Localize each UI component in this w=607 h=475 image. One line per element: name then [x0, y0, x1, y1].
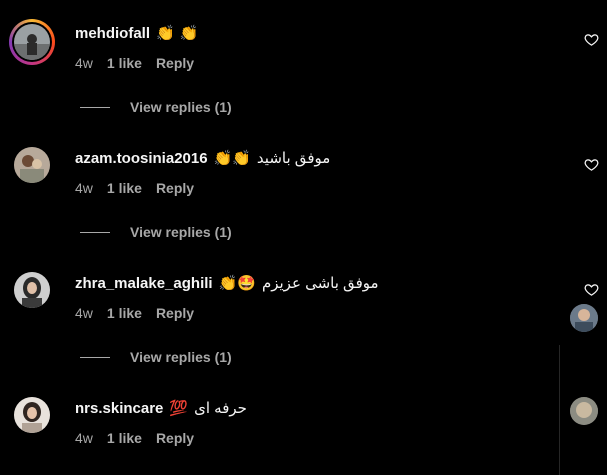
avatar[interactable] [14, 272, 50, 308]
comment-timestamp[interactable]: 4w [75, 430, 93, 448]
comment-likes[interactable]: 1 like [107, 305, 142, 323]
comment-username[interactable]: zhra_malake_aghili [75, 275, 213, 292]
comment-timestamp[interactable]: 4w [75, 55, 93, 73]
comment-likes[interactable]: 1 like [107, 430, 142, 448]
comment-text: موفق باشی عزیزم [261, 275, 379, 292]
view-replies-button[interactable]: View replies (1) [80, 99, 232, 115]
comment-username[interactable]: nrs.skincare [75, 400, 163, 417]
divider-line [80, 231, 110, 233]
comment-username[interactable]: azam.toosinia2016 [75, 150, 208, 167]
heart-outline-icon[interactable] [584, 32, 599, 47]
panel-divider [559, 345, 560, 475]
avatar-with-story-ring[interactable] [9, 19, 55, 65]
avatar[interactable] [570, 397, 598, 425]
comment-emoji: 💯 [169, 399, 189, 417]
comment-text: حرفه ای [194, 400, 247, 417]
heart-outline-icon[interactable] [584, 282, 599, 297]
divider-line [80, 106, 110, 108]
comment-likes[interactable]: 1 like [107, 55, 142, 73]
reply-button[interactable]: Reply [156, 55, 194, 73]
reply-button[interactable]: Reply [156, 430, 194, 448]
view-replies-button[interactable]: View replies (1) [80, 224, 232, 240]
avatar[interactable] [14, 147, 50, 183]
divider-line [80, 356, 110, 358]
view-replies-label: View replies (1) [130, 99, 232, 115]
comment-emoji: 👏👏 [213, 149, 251, 167]
view-replies-button[interactable]: View replies (1) [80, 349, 232, 365]
reply-button[interactable]: Reply [156, 180, 194, 198]
reply-button[interactable]: Reply [156, 305, 194, 323]
comment-timestamp[interactable]: 4w [75, 180, 93, 198]
comment-emoji: 👏 👏 [156, 24, 199, 42]
view-replies-label: View replies (1) [130, 349, 232, 365]
avatar[interactable] [570, 304, 598, 332]
heart-outline-icon[interactable] [584, 157, 599, 172]
avatar-image [14, 24, 50, 60]
comment-text: موفق باشید [256, 150, 331, 167]
comment-timestamp[interactable]: 4w [75, 305, 93, 323]
avatar[interactable] [14, 397, 50, 433]
comment-likes[interactable]: 1 like [107, 180, 142, 198]
view-replies-label: View replies (1) [130, 224, 232, 240]
comment-username[interactable]: mehdiofall [75, 25, 150, 42]
comment-emoji: 👏🤩 [218, 274, 256, 292]
